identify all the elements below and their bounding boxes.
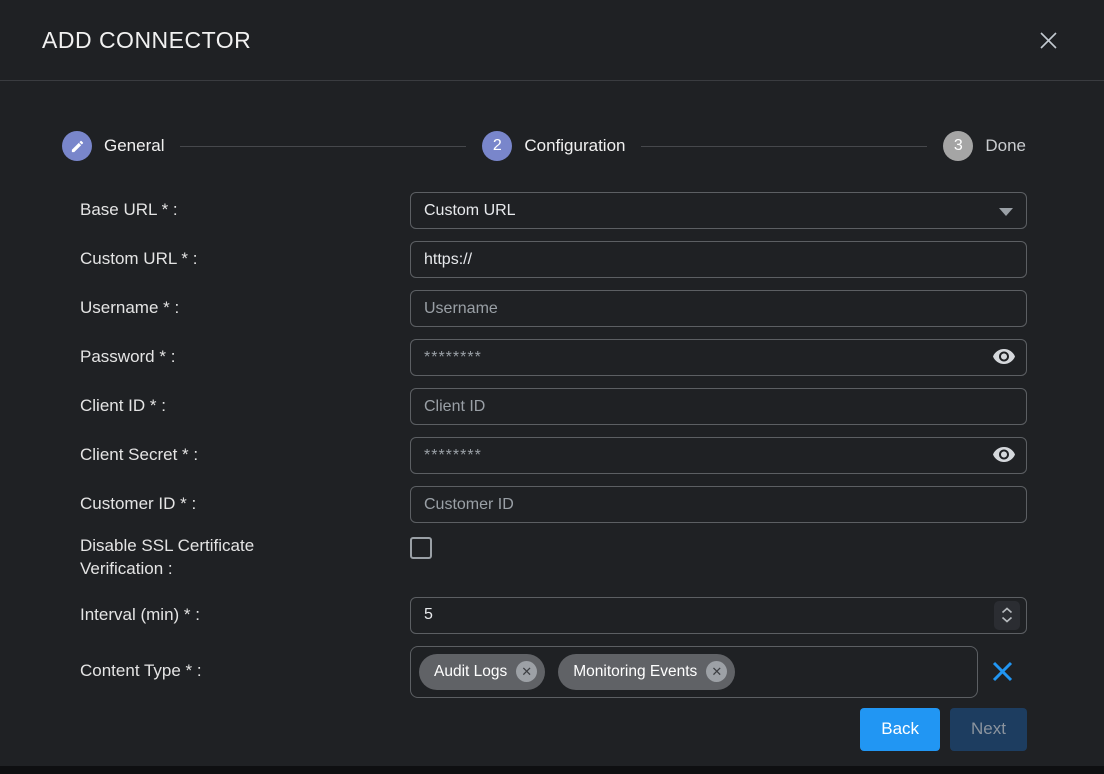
- base-url-label: Base URL * :: [80, 199, 410, 222]
- clear-content-type-button[interactable]: [978, 657, 1027, 687]
- tag-remove-button[interactable]: ✕: [516, 661, 537, 682]
- disable-ssl-checkbox[interactable]: [410, 537, 432, 559]
- chevron-down-icon: [1001, 616, 1013, 623]
- step-general[interactable]: General: [62, 131, 164, 161]
- close-button[interactable]: [1034, 26, 1062, 54]
- interval-input[interactable]: [410, 597, 1027, 634]
- step-done: 3 Done: [943, 131, 1026, 161]
- number-stepper[interactable]: [994, 601, 1020, 630]
- form-row-custom-url: Custom URL * :: [80, 241, 1027, 278]
- client-id-input[interactable]: [410, 388, 1027, 425]
- customer-id-label: Customer ID * :: [80, 493, 410, 516]
- client-id-label: Client ID * :: [80, 395, 410, 418]
- step-connector-line: [180, 146, 466, 147]
- username-label: Username * :: [80, 297, 410, 320]
- form-row-base-url: Base URL * :: [80, 192, 1027, 229]
- password-input[interactable]: [410, 339, 1027, 376]
- chevron-up-icon: [1001, 607, 1013, 614]
- form-row-client-secret: Client Secret * :: [80, 437, 1027, 474]
- clear-icon: [990, 659, 1015, 684]
- step-configuration-label: Configuration: [524, 136, 625, 156]
- content-type-multiselect[interactable]: Audit Logs ✕ Monitoring Events ✕: [410, 646, 978, 698]
- configuration-form: Base URL * : Custom URL * : Username * :…: [0, 192, 1104, 751]
- disable-ssl-label: Disable SSL Certificate Verification :: [80, 535, 410, 581]
- add-connector-dialog: ADD CONNECTOR General 2 Configuration 3 …: [0, 0, 1104, 766]
- customer-id-input[interactable]: [410, 486, 1027, 523]
- client-secret-visibility-toggle[interactable]: [991, 444, 1017, 468]
- tag-monitoring-events: Monitoring Events ✕: [558, 654, 735, 690]
- tag-label: Audit Logs: [434, 663, 507, 681]
- step-configuration-circle: 2: [482, 131, 512, 161]
- username-input[interactable]: [410, 290, 1027, 327]
- form-row-customer-id: Customer ID * :: [80, 486, 1027, 523]
- step-general-label: General: [104, 136, 164, 156]
- form-row-disable-ssl: Disable SSL Certificate Verification :: [80, 535, 1027, 581]
- custom-url-label: Custom URL * :: [80, 248, 410, 271]
- dialog-title: ADD CONNECTOR: [42, 27, 251, 54]
- content-type-label: Content Type * :: [80, 660, 410, 683]
- client-secret-label: Client Secret * :: [80, 444, 410, 467]
- client-secret-input[interactable]: [410, 437, 1027, 474]
- password-visibility-toggle[interactable]: [991, 346, 1017, 370]
- next-button[interactable]: Next: [950, 708, 1027, 751]
- close-icon: [1038, 30, 1059, 51]
- dialog-footer: Back Next: [80, 698, 1086, 751]
- interval-label: Interval (min) * :: [80, 604, 410, 627]
- step-configuration[interactable]: 2 Configuration: [482, 131, 625, 161]
- form-row-client-id: Client ID * :: [80, 388, 1027, 425]
- tag-label: Monitoring Events: [573, 663, 697, 681]
- form-row-username: Username * :: [80, 290, 1027, 327]
- base-url-select[interactable]: [410, 192, 1027, 229]
- password-label: Password * :: [80, 346, 410, 369]
- custom-url-input[interactable]: [410, 241, 1027, 278]
- eye-icon: [992, 447, 1016, 465]
- eye-icon: [992, 349, 1016, 367]
- form-row-password: Password * :: [80, 339, 1027, 376]
- step-general-circle: [62, 131, 92, 161]
- form-row-content-type: Content Type * : Audit Logs ✕ Monitoring…: [80, 646, 1027, 698]
- tag-remove-button[interactable]: ✕: [706, 661, 727, 682]
- back-button[interactable]: Back: [860, 708, 940, 751]
- step-done-label: Done: [985, 136, 1026, 156]
- form-row-interval: Interval (min) * :: [80, 597, 1027, 634]
- step-connector-line: [641, 146, 927, 147]
- step-done-circle: 3: [943, 131, 973, 161]
- pencil-icon: [70, 139, 85, 154]
- dialog-header: ADD CONNECTOR: [0, 0, 1104, 81]
- tag-audit-logs: Audit Logs ✕: [419, 654, 545, 690]
- wizard-stepper: General 2 Configuration 3 Done: [62, 131, 1026, 161]
